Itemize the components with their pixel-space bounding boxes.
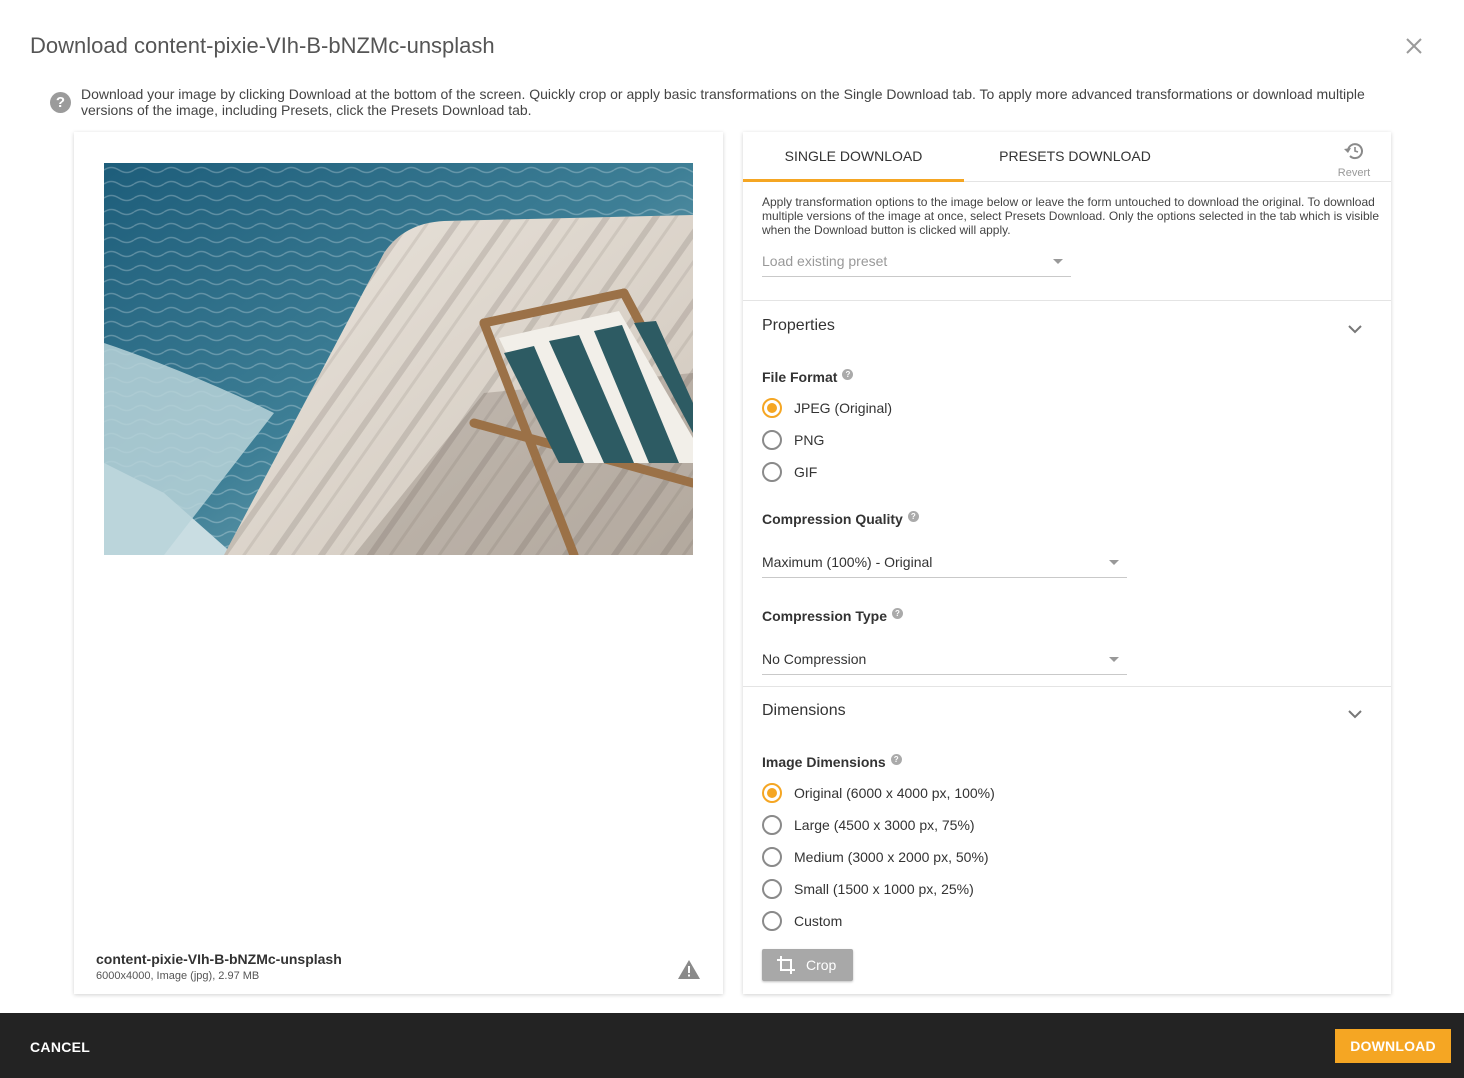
radio-icon (762, 847, 782, 867)
dropdown-arrow-icon (1109, 560, 1119, 565)
help-icon[interactable]: ? (842, 369, 854, 380)
radio-label: Large (4500 x 3000 px, 75%) (794, 817, 975, 833)
dimensions-chevron-down-icon[interactable] (1347, 706, 1363, 719)
tab-bar: SINGLE DOWNLOAD PRESETS DOWNLOAD Revert (743, 132, 1391, 182)
download-button[interactable]: DOWNLOAD (1335, 1029, 1451, 1063)
info-banner: ? Download your image by clicking Downlo… (50, 86, 1390, 118)
divider (743, 686, 1391, 687)
compression-type-value: No Compression (762, 651, 867, 667)
crop-label: Crop (806, 957, 837, 973)
radio-icon (762, 783, 782, 803)
dropdown-arrow-icon (1109, 657, 1119, 662)
dimension-option-large[interactable]: Large (4500 x 3000 px, 75%) (762, 814, 975, 836)
preview-card: content-pixie-VIh-B-bNZMc-unsplash 6000x… (74, 132, 723, 994)
file-format-option-jpeg[interactable]: JPEG (Original) (762, 397, 892, 419)
dropdown-arrow-icon (1053, 259, 1063, 264)
revert-icon (1344, 143, 1363, 160)
crop-icon (777, 956, 795, 974)
properties-chevron-down-icon[interactable] (1347, 321, 1363, 334)
file-format-option-png[interactable]: PNG (762, 429, 824, 451)
radio-label: GIF (794, 464, 818, 480)
close-icon[interactable] (1401, 33, 1427, 59)
tab-single-download[interactable]: SINGLE DOWNLOAD (743, 132, 964, 182)
dimension-option-small[interactable]: Small (1500 x 1000 px, 25%) (762, 878, 974, 900)
download-dialog: Download content-pixie-VIh-B-bNZMc-unspl… (0, 0, 1464, 1078)
image-preview (104, 163, 693, 555)
revert-label: Revert (1337, 167, 1371, 179)
properties-title: Properties (762, 317, 835, 334)
radio-label: PNG (794, 432, 825, 448)
revert-button[interactable]: Revert (1328, 140, 1380, 179)
file-format-option-gif[interactable]: GIF (762, 461, 817, 483)
image-dimensions-label: Image Dimensions? (762, 754, 902, 770)
compression-quality-value: Maximum (100%) - Original (762, 554, 933, 570)
file-format-label: File Format? (762, 369, 854, 385)
single-download-description: Apply transformation options to the imag… (762, 195, 1379, 237)
dimensions-title: Dimensions (762, 702, 846, 719)
radio-icon (762, 430, 782, 450)
dimension-option-original[interactable]: Original (6000 x 4000 px, 100%) (762, 782, 995, 804)
file-name: content-pixie-VIh-B-bNZMc-unsplash (96, 951, 342, 967)
dimension-option-custom[interactable]: Custom (762, 910, 842, 932)
help-circle-icon: ? (50, 92, 71, 113)
help-icon[interactable]: ? (907, 511, 919, 522)
compression-type-label: Compression Type? (762, 608, 903, 624)
dialog-title: Download content-pixie-VIh-B-bNZMc-unspl… (30, 33, 495, 58)
help-icon[interactable]: ? (892, 608, 903, 619)
cancel-button[interactable]: CANCEL (30, 1039, 90, 1055)
load-preset-placeholder: Load existing preset (762, 253, 888, 269)
radio-label: Small (1500 x 1000 px, 25%) (794, 881, 974, 897)
info-text: Download your image by clicking Download… (81, 86, 1365, 118)
image-dimensions-label-text: Image Dimensions (762, 754, 886, 770)
radio-icon (762, 911, 782, 931)
compression-type-label-text: Compression Type (762, 608, 887, 624)
radio-label: Medium (3000 x 2000 px, 50%) (794, 849, 989, 865)
divider (743, 300, 1391, 301)
warning-icon[interactable] (677, 958, 701, 980)
compression-quality-label: Compression Quality? (762, 511, 919, 527)
dimension-option-medium[interactable]: Medium (3000 x 2000 px, 50%) (762, 846, 989, 868)
compression-quality-label-text: Compression Quality (762, 511, 903, 527)
file-format-label-text: File Format (762, 369, 838, 385)
help-icon[interactable]: ? (890, 754, 902, 765)
compression-type-select[interactable]: No Compression (762, 639, 1127, 675)
load-preset-select[interactable]: Load existing preset (762, 247, 1071, 277)
radio-icon (762, 879, 782, 899)
radio-icon (762, 815, 782, 835)
radio-icon (762, 462, 782, 482)
crop-button[interactable]: Crop (762, 949, 853, 981)
radio-label: Original (6000 x 4000 px, 100%) (794, 785, 995, 801)
options-card: SINGLE DOWNLOAD PRESETS DOWNLOAD Revert … (743, 132, 1391, 994)
dialog-footer: CANCEL DOWNLOAD (0, 1013, 1464, 1078)
radio-label: JPEG (Original) (794, 400, 893, 416)
radio-icon (762, 398, 782, 418)
file-meta: 6000x4000, Image (jpg), 2.97 MB (96, 970, 260, 982)
compression-quality-select[interactable]: Maximum (100%) - Original (762, 542, 1127, 578)
tab-presets-download[interactable]: PRESETS DOWNLOAD (964, 132, 1186, 182)
radio-label: Custom (794, 913, 843, 929)
